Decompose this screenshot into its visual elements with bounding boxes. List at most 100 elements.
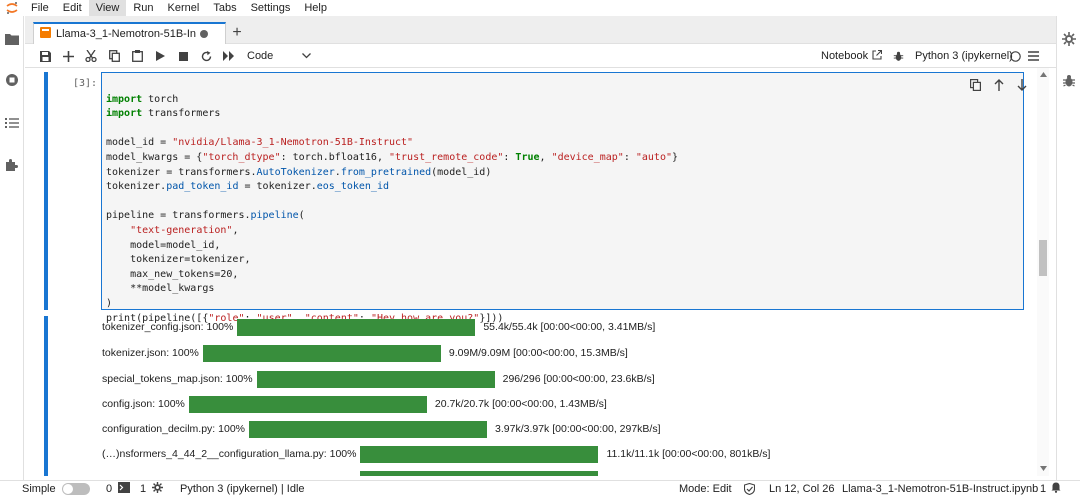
trusted-shield-icon[interactable] (744, 483, 755, 495)
external-link-icon (872, 49, 883, 63)
duplicate-cell-icon[interactable] (964, 77, 987, 93)
hamburger-menu-icon[interactable] (1028, 48, 1039, 64)
tab-title: Llama-3_1-Nemotron-51B-In (56, 28, 196, 40)
unsaved-indicator-icon[interactable] (200, 30, 208, 38)
code-line: model_id = "nvidia/Llama-3_1-Nemotron-51… (106, 137, 414, 149)
code-line: "text-generation", (130, 224, 239, 236)
kernel-gear-icon (152, 482, 164, 496)
code-line: tokenizer=tokenizer, (106, 254, 251, 266)
open-notebook-link[interactable]: Notebook (821, 48, 883, 64)
progress-bar (202, 344, 441, 362)
status-bar: Simple 0 1 Python 3 (ipykernel) | Idle M… (0, 480, 1080, 496)
notebook-tab[interactable]: Llama-3_1-Nemotron-51B-In (33, 22, 226, 44)
progress-stats: 20.7k/20.7k [00:00<00:00, 1.43MB/s] (434, 398, 607, 410)
menu-edit[interactable]: Edit (56, 0, 89, 16)
cell-prompt: [3]: (73, 78, 98, 89)
notifications[interactable]: 1 (1040, 482, 1061, 496)
scrollbar-thumb[interactable] (1039, 240, 1047, 276)
notebook-scrollbar[interactable] (1037, 68, 1049, 476)
toggle-switch[interactable] (61, 483, 90, 495)
output-progress-row: special_tokens_map.json: 100% 296/296 [0… (102, 370, 655, 388)
code-cell-editor[interactable]: import torch import transformers model_i… (101, 72, 1026, 324)
cursor-position[interactable]: Ln 12, Col 26 (769, 483, 834, 495)
kernels-count-value: 1 (140, 483, 147, 495)
progress-stats: 55.4k/55.4k [00:00<00:00, 3.41MB/s] (483, 321, 656, 333)
chevron-down-icon (302, 50, 311, 62)
extensions-icon[interactable] (4, 157, 20, 173)
menu-run[interactable]: Run (126, 0, 160, 16)
insert-cell-icon[interactable] (60, 48, 76, 64)
kernel-status-icon (1010, 48, 1021, 64)
debugger-toggle-icon[interactable] (893, 48, 904, 64)
run-cell-icon[interactable] (152, 48, 168, 64)
property-inspector-icon[interactable] (1061, 31, 1077, 47)
cell-type-select[interactable]: Code (247, 49, 311, 63)
notebook-icon (40, 27, 51, 41)
output-progress-row: configuration_decilm.py: 100% 3.97k/3.97… (102, 420, 661, 438)
kernel-status[interactable]: Python 3 (ipykernel) | Idle (180, 483, 305, 495)
terminals-count[interactable]: 0 (106, 482, 131, 496)
cell-actions (964, 77, 1037, 93)
progress-label: tokenizer_config.json: 100% (102, 321, 234, 333)
scroll-down-icon (1040, 466, 1047, 471)
output-progress-row: (…)nsformers_4_44_2__configuration_llama… (102, 445, 770, 463)
paste-icon[interactable] (129, 48, 145, 64)
left-sidebar (0, 16, 24, 480)
progress-bar (188, 395, 427, 413)
code-content[interactable]: import torch import transformers model_i… (106, 78, 678, 326)
copy-icon[interactable] (106, 48, 122, 64)
progress-stats: 11.1k/11.1k [00:00<00:00, 801kB/s] (606, 448, 771, 460)
table-of-contents-icon[interactable] (4, 115, 20, 131)
menu-tabs[interactable]: Tabs (206, 0, 243, 16)
jupyter-logo-icon (0, 0, 24, 16)
menu-view[interactable]: View (88, 0, 127, 16)
save-icon[interactable] (37, 48, 53, 64)
active-cell-indicator (44, 72, 48, 310)
code-line: tokenizer.pad_token_id = tokenizer.eos_t… (106, 181, 389, 193)
move-cell-down-icon[interactable] (1010, 77, 1033, 93)
menu-help[interactable]: Help (297, 0, 334, 16)
progress-bar (256, 370, 495, 388)
menu-kernel[interactable]: Kernel (161, 0, 207, 16)
debugger-icon[interactable] (1061, 73, 1077, 89)
restart-run-all-icon[interactable] (221, 48, 237, 64)
progress-bar (249, 420, 488, 438)
output-progress-row: config.json: 100% 20.7k/20.7k [00:00<00:… (102, 395, 607, 413)
menu-file[interactable]: File (24, 0, 56, 16)
move-cell-up-icon[interactable] (987, 77, 1010, 93)
progress-bar (360, 445, 599, 463)
code-line: tokenizer = transformers.AutoTokenizer.f… (106, 166, 492, 178)
progress-bar (360, 470, 599, 476)
progress-label: special_tokens_map.json: 100% (102, 373, 253, 385)
progress-stats: 3.97k/3.97k [00:00<00:00, 297kB/s] (495, 423, 661, 435)
code-line: **model_kwargs (106, 283, 215, 295)
progress-bar (237, 318, 476, 336)
cut-icon[interactable] (83, 48, 99, 64)
progress-label: (…)nsformers_4_44_2__configuration_llama… (102, 448, 357, 460)
code-line: import transformers (106, 108, 221, 120)
kernels-count[interactable]: 1 (140, 482, 164, 496)
simple-mode-label: Simple (22, 483, 56, 495)
code-line: import torch (106, 93, 179, 105)
notebook-content: [3]: import torch import transformers mo… (25, 68, 1037, 476)
edit-mode: Mode: Edit (679, 483, 732, 495)
output-cell-indicator (44, 316, 48, 476)
code-line: max_new_tokens=20, (106, 268, 239, 280)
restart-kernel-icon[interactable] (198, 48, 214, 64)
running-kernels-icon[interactable] (4, 72, 20, 88)
progress-label: tokenizer.json: 100% (102, 347, 199, 359)
kernel-name-button[interactable]: Python 3 (ipykernel) (915, 48, 1013, 64)
menu-bar: File Edit View Run Kernel Tabs Settings … (0, 0, 1080, 16)
right-sidebar (1056, 16, 1080, 480)
progress-stats: 296/296 [00:00<00:00, 23.6kB/s] (502, 373, 655, 385)
interrupt-kernel-icon[interactable] (175, 48, 191, 64)
add-tab-button[interactable]: + (228, 24, 246, 42)
folder-icon[interactable] (4, 31, 20, 47)
code-line: ) (106, 297, 113, 309)
menu-settings[interactable]: Settings (244, 0, 298, 16)
progress-label: configuration_decilm.py: 100% (102, 423, 246, 435)
terminal-icon (118, 482, 131, 496)
simple-mode-toggle[interactable]: Simple (22, 483, 90, 495)
bell-icon (1051, 482, 1061, 496)
code-line: pipeline = transformers.pipeline( (106, 210, 305, 222)
